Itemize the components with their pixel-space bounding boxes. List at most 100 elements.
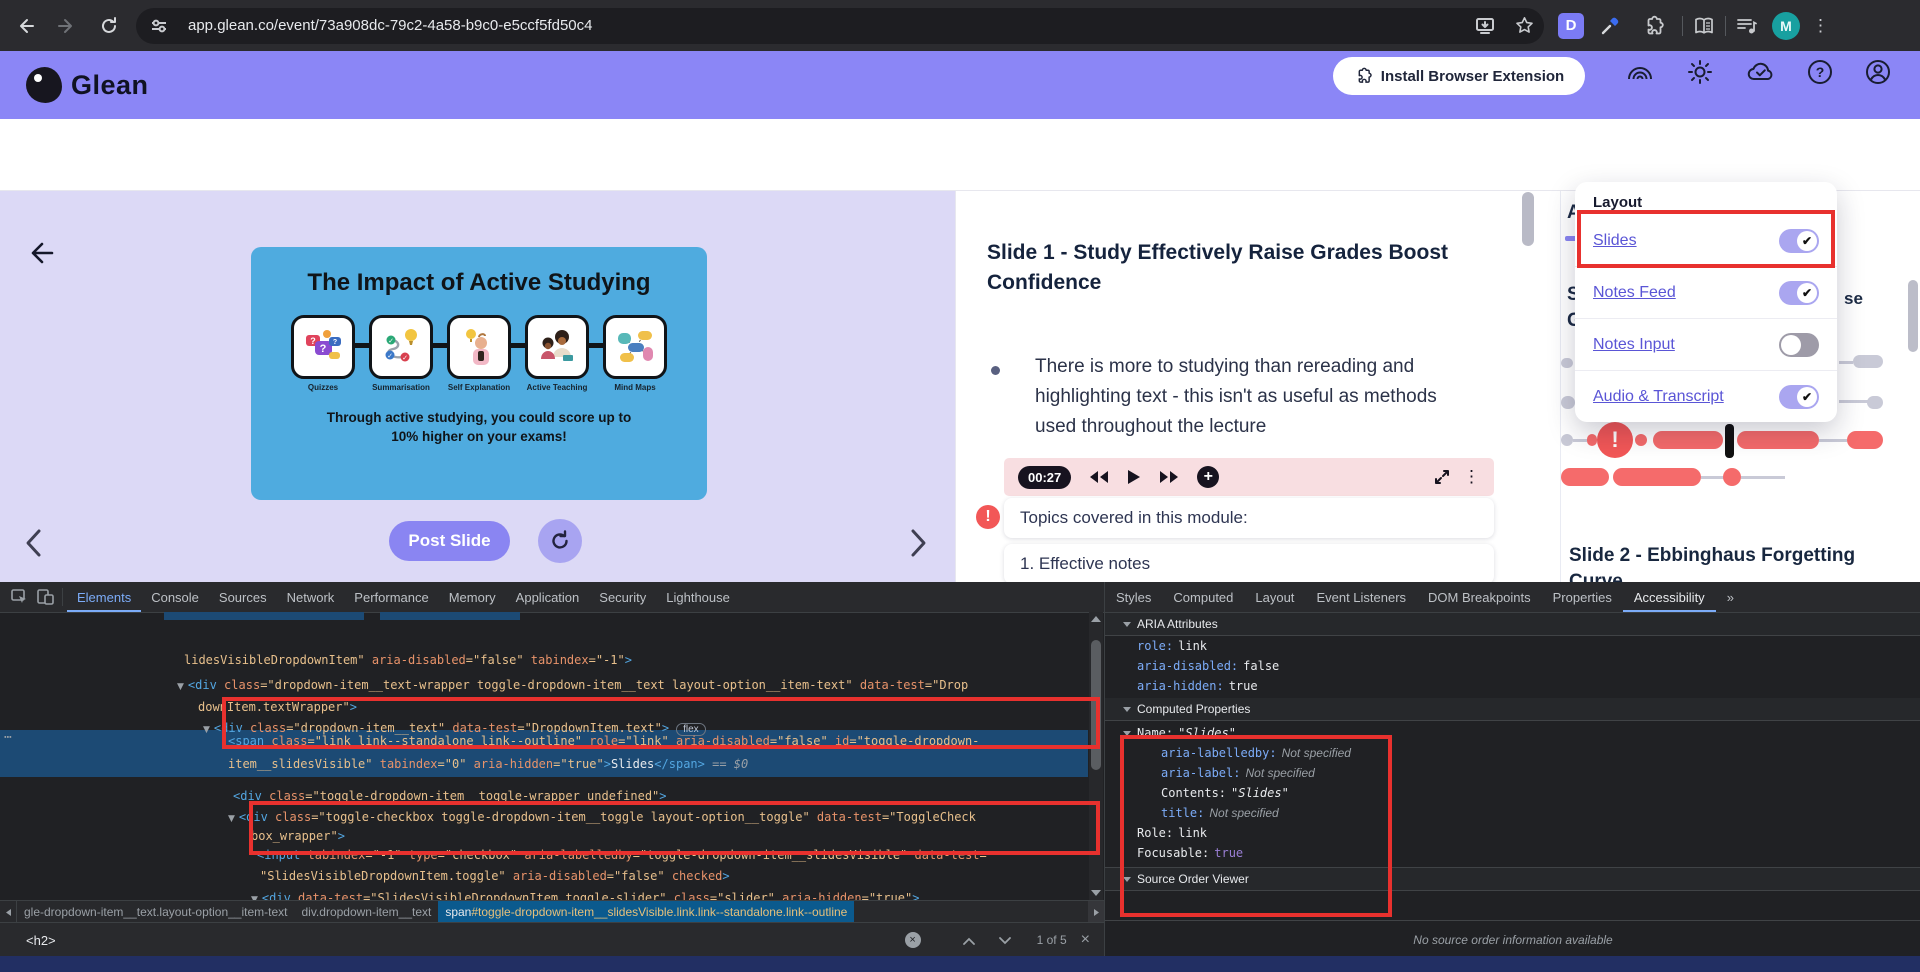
- cloud-sync-icon[interactable]: [1746, 58, 1774, 86]
- computed-properties-header[interactable]: Computed Properties: [1105, 698, 1920, 721]
- devtools-code-line[interactable]: ▼<div class="dropdown-item__text-wrapper…: [177, 677, 968, 695]
- rewind-icon[interactable]: [1089, 470, 1109, 484]
- previous-slide-icon[interactable]: [22, 528, 46, 558]
- devtools-tab-network[interactable]: Network: [277, 583, 345, 612]
- topics-card-text: 1. Effective notes: [1020, 554, 1150, 574]
- layout-option-toggle[interactable]: ✔: [1779, 281, 1819, 305]
- event-back-icon[interactable]: [26, 239, 54, 272]
- devtools-tab-elements[interactable]: Elements: [67, 583, 141, 612]
- step-label: Active Teaching: [527, 383, 588, 392]
- find-next-icon[interactable]: [999, 933, 1011, 948]
- extension-d-icon[interactable]: D: [1558, 13, 1584, 39]
- step-label: Self Explanation: [448, 383, 510, 392]
- devtools-code-line[interactable]: lidesVisibleDropdownItem" aria-disabled=…: [184, 652, 632, 668]
- svg-text:✓: ✓: [387, 353, 393, 360]
- reading-list-icon[interactable]: [1693, 16, 1715, 36]
- devtools-tab-performance[interactable]: Performance: [344, 583, 438, 612]
- annotation-box-span-code: [222, 697, 1100, 749]
- layout-option-link[interactable]: Audio & Transcript: [1593, 388, 1724, 406]
- timeline-playhead[interactable]: [1725, 424, 1734, 458]
- breadcrumb-item[interactable]: span#toggle-dropdown-item__slidesVisible…: [438, 901, 854, 923]
- devtools-tab-lighthouse[interactable]: Lighthouse: [656, 583, 740, 612]
- devtools-tab-computed[interactable]: Computed: [1162, 583, 1244, 612]
- browser-forward-icon[interactable]: [50, 9, 84, 43]
- layout-option-toggle[interactable]: [1779, 333, 1819, 357]
- layout-option-audio-transcript: Audio & Transcript ✔: [1575, 370, 1837, 422]
- browser-back-icon[interactable]: [8, 9, 42, 43]
- devtools-tab-layout[interactable]: Layout: [1244, 583, 1305, 612]
- breadcrumb-item[interactable]: div.dropdown-item__text: [294, 901, 438, 923]
- install-extension-button[interactable]: Install Browser Extension: [1333, 57, 1585, 95]
- breadcrumb-scroll-left-icon[interactable]: [0, 901, 17, 923]
- brightness-icon[interactable]: [1686, 58, 1714, 86]
- audio-timeline-segment: [1653, 431, 1723, 449]
- expand-icon[interactable]: [1433, 468, 1451, 486]
- eyedropper-icon[interactable]: [1600, 16, 1620, 36]
- devtools-tab-memory[interactable]: Memory: [439, 583, 506, 612]
- layout-option-link[interactable]: Notes Feed: [1593, 284, 1676, 302]
- breadcrumb-item[interactable]: gle-dropdown-item__text.layout-option__i…: [17, 901, 294, 923]
- topics-card: Topics covered in this module:: [1004, 498, 1494, 538]
- devtools-code-line[interactable]: item__slidesVisible" tabindex="0" aria-h…: [228, 756, 748, 772]
- next-slide-icon[interactable]: [908, 528, 932, 558]
- find-clear-icon[interactable]: ×: [905, 932, 921, 948]
- install-extension-label: Install Browser Extension: [1381, 68, 1564, 85]
- glean-logo-icon[interactable]: [26, 67, 62, 103]
- find-input[interactable]: <h2>: [26, 933, 905, 948]
- devtools-code-line[interactable]: ▼<div data-test="SlidesVisibleDropdownIt…: [251, 890, 919, 900]
- account-icon[interactable]: [1864, 58, 1892, 86]
- post-slide-button[interactable]: Post Slide: [389, 521, 510, 561]
- audio-timeline-segment: [1561, 468, 1609, 486]
- extensions-puzzle-icon[interactable]: [1642, 15, 1664, 37]
- page-scrollbar[interactable]: [1908, 280, 1918, 352]
- notes-scrollbar[interactable]: [1522, 192, 1534, 246]
- add-note-icon[interactable]: +: [1197, 466, 1219, 488]
- step-label: Mind Maps: [614, 383, 655, 392]
- devtools-code-line[interactable]: "SlidesVisibleDropdownItem.toggle" aria-…: [260, 868, 730, 884]
- rainbow-icon[interactable]: [1626, 58, 1654, 86]
- devtools-tab-console[interactable]: Console: [141, 583, 209, 612]
- text-fragment: se: [1844, 289, 1863, 309]
- layout-dropdown-title: Layout: [1593, 194, 1837, 211]
- refresh-slide-button[interactable]: [538, 519, 582, 563]
- audio-timeline-line: [1839, 361, 1853, 364]
- step-connector: [511, 343, 525, 348]
- devtools: ElementsConsoleSourcesNetworkPerformance…: [0, 582, 1920, 972]
- devtools-tab-application[interactable]: Application: [506, 583, 590, 612]
- breadcrumb-scroll-right-icon[interactable]: [1088, 901, 1104, 923]
- playlist-music-icon[interactable]: [1736, 16, 1758, 36]
- device-toolbar-icon[interactable]: [32, 585, 58, 609]
- aria-attributes-header[interactable]: ARIA Attributes: [1105, 613, 1920, 636]
- devtools-tab-accessibility[interactable]: Accessibility: [1623, 583, 1716, 612]
- audio-timeline-line: [1573, 439, 1587, 442]
- bookmark-star-icon[interactable]: [1515, 16, 1534, 35]
- devtools-tab-event-listeners[interactable]: Event Listeners: [1305, 583, 1417, 612]
- timeline-alert-icon[interactable]: !: [1597, 422, 1633, 458]
- dom-scrollbar[interactable]: [1089, 612, 1103, 900]
- devtools-tab-styles[interactable]: Styles: [1105, 583, 1162, 612]
- find-close-icon[interactable]: ×: [1081, 931, 1090, 949]
- devtools-tab-dom-breakpoints[interactable]: DOM Breakpoints: [1417, 583, 1542, 612]
- help-icon[interactable]: ?: [1806, 58, 1834, 86]
- layout-option-toggle[interactable]: ✔: [1779, 385, 1819, 409]
- audio-play-icon[interactable]: [1127, 469, 1141, 485]
- url-text[interactable]: app.glean.co/event/73a908dc-79c2-4a58-b9…: [188, 17, 1465, 34]
- devtools-tab-sources[interactable]: Sources: [209, 583, 277, 612]
- fast-forward-icon[interactable]: [1159, 470, 1179, 484]
- layout-option-link[interactable]: Notes Input: [1593, 336, 1675, 354]
- sidebar-tabs: StylesComputedLayoutEvent ListenersDOM B…: [1105, 582, 1920, 613]
- devtools-tab-security[interactable]: Security: [589, 583, 656, 612]
- browser-menu-icon[interactable]: ⋮: [1812, 16, 1829, 36]
- browser-profile-avatar[interactable]: M: [1772, 12, 1800, 40]
- install-app-icon[interactable]: [1475, 17, 1495, 35]
- sidebar-tabs-overflow-icon[interactable]: »: [1716, 583, 1745, 612]
- find-previous-icon[interactable]: [963, 933, 975, 948]
- site-settings-icon[interactable]: [150, 17, 168, 35]
- address-bar[interactable]: app.glean.co/event/73a908dc-79c2-4a58-b9…: [136, 8, 1544, 44]
- slide-caption: Through active studying, you could score…: [314, 408, 644, 446]
- audio-menu-icon[interactable]: ⋮: [1463, 467, 1480, 487]
- inspect-icon[interactable]: [6, 585, 32, 609]
- devtools-tab-properties[interactable]: Properties: [1542, 583, 1623, 612]
- dom-gutter-more[interactable]: ⋯: [4, 730, 12, 745]
- browser-reload-icon[interactable]: [92, 9, 126, 43]
